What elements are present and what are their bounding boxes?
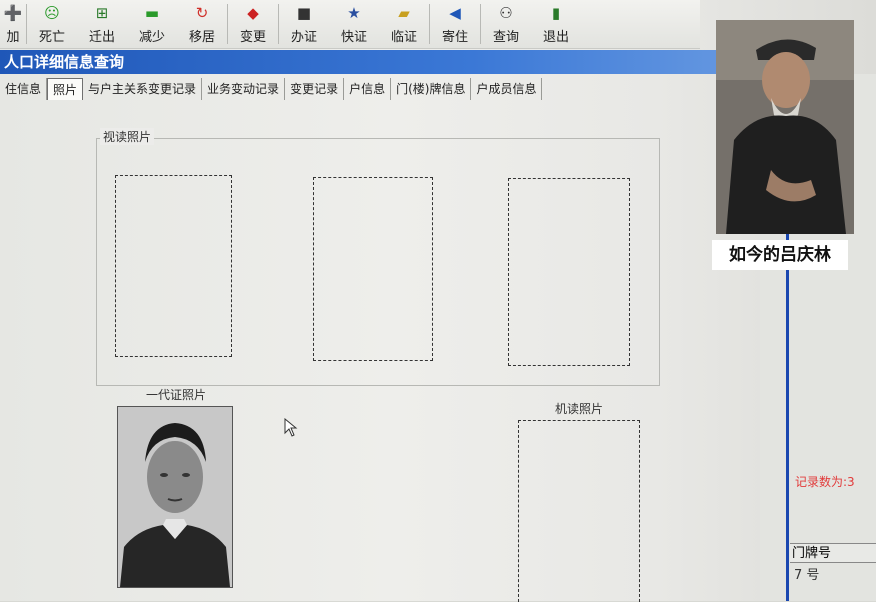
machine-photo-title: 机读照片 <box>555 402 604 416</box>
change-icon: ◆ <box>247 4 259 22</box>
toolbar-move-out-button[interactable]: ⊞ 迁出 <box>77 0 127 48</box>
monitor-screen: ➕ 加 ☹ 死亡 ⊞ 迁出 ▬ 减少 ↻ 移居 ◆ 变更 ■ 办证 ★ 快证 ▰… <box>0 0 876 602</box>
photo-slot-3[interactable] <box>508 178 630 366</box>
photo-slot-1[interactable] <box>115 175 232 357</box>
toolbar-exit-button[interactable]: ▮ 退出 <box>531 0 581 48</box>
toolbar-button-label: 退出 <box>542 30 569 45</box>
toolbar: ➕ 加 ☹ 死亡 ⊞ 迁出 ▬ 减少 ↻ 移居 ◆ 变更 ■ 办证 ★ 快证 ▰… <box>0 0 700 49</box>
binoculars-icon: ⚇ <box>499 4 513 22</box>
minus-icon: ▬ <box>144 4 160 22</box>
door-number-column-header[interactable]: 门牌号 <box>790 543 876 563</box>
toolbar-button-label: 变更 <box>239 30 266 45</box>
toolbar-button-label: 查询 <box>492 30 519 45</box>
exit-icon: ▮ <box>551 4 561 22</box>
toolbar-button-label: 死亡 <box>38 30 65 45</box>
inset-portrait-photo <box>716 20 854 234</box>
toolbar-add-button[interactable]: ➕ 加 <box>0 0 26 48</box>
record-count: 记录数为:3 <box>795 475 855 489</box>
mouse-cursor-icon <box>284 418 298 437</box>
toolbar-relocate-button[interactable]: ↻ 移居 <box>177 0 227 48</box>
toolbar-button-label: 寄住 <box>441 30 468 45</box>
tab-business-change-log[interactable]: 业务变动记录 <box>202 78 286 100</box>
toolbar-temp-cert-button[interactable]: ▰ 临证 <box>379 0 429 48</box>
toolbar-certificate-button[interactable]: ■ 办证 <box>279 0 329 48</box>
visual-photos-title: 视读照片 <box>100 128 155 145</box>
tab-household-info[interactable]: 户信息 <box>344 78 392 100</box>
machine-photo-slot[interactable] <box>518 420 640 602</box>
tab-photos[interactable]: 照片 <box>47 78 84 100</box>
toolbar-button-label: 加 <box>6 30 20 45</box>
window-title: 人口详细信息查询 <box>0 50 788 74</box>
toolbar-button-label: 减少 <box>138 30 165 45</box>
sad-face-icon: ☹ <box>44 4 60 22</box>
portrait-image <box>118 407 232 587</box>
tab-door-plate-info[interactable]: 门(楼)牌信息 <box>391 78 472 100</box>
id-photo-title: 一代证照片 <box>146 388 207 402</box>
relocate-icon: ↻ <box>195 4 209 22</box>
runner-icon: ★ <box>347 4 361 22</box>
tab-householder-relation-log[interactable]: 与户主关系变更记录 <box>83 78 203 100</box>
temp-cert-icon: ▰ <box>398 4 410 22</box>
lodging-icon: ◀ <box>449 4 461 22</box>
toolbar-button-label: 移居 <box>188 30 215 45</box>
add-icon: ➕ <box>3 4 23 22</box>
certificate-icon: ■ <box>296 4 312 22</box>
toolbar-button-label: 快证 <box>340 30 367 45</box>
tab-change-log[interactable]: 变更记录 <box>285 78 345 100</box>
panel-divider <box>786 230 789 601</box>
toolbar-lodging-button[interactable]: ◀ 寄住 <box>430 0 480 48</box>
toolbar-query-button[interactable]: ⚇ 查询 <box>481 0 531 48</box>
move-out-icon: ⊞ <box>95 4 109 22</box>
toolbar-death-button[interactable]: ☹ 死亡 <box>27 0 77 48</box>
id-card-photo <box>117 406 233 588</box>
elderly-man-image <box>716 20 854 234</box>
toolbar-button-label: 临证 <box>390 30 417 45</box>
photo-slot-2[interactable] <box>313 177 433 361</box>
toolbar-button-label: 迁出 <box>88 30 115 45</box>
tab-residence-info[interactable]: 住信息 <box>0 78 48 100</box>
tab-household-members[interactable]: 户成员信息 <box>471 78 543 100</box>
tab-strip: 住信息 照片 与户主关系变更记录 业务变动记录 变更记录 户信息 门(楼)牌信息… <box>0 78 543 100</box>
toolbar-reduce-button[interactable]: ▬ 减少 <box>127 0 177 48</box>
toolbar-fast-cert-button[interactable]: ★ 快证 <box>329 0 379 48</box>
toolbar-button-label: 办证 <box>290 30 317 45</box>
toolbar-change-button[interactable]: ◆ 变更 <box>228 0 278 48</box>
door-number-cell[interactable]: 7 号 <box>790 566 876 586</box>
inset-caption: 如今的吕庆林 <box>712 240 848 270</box>
